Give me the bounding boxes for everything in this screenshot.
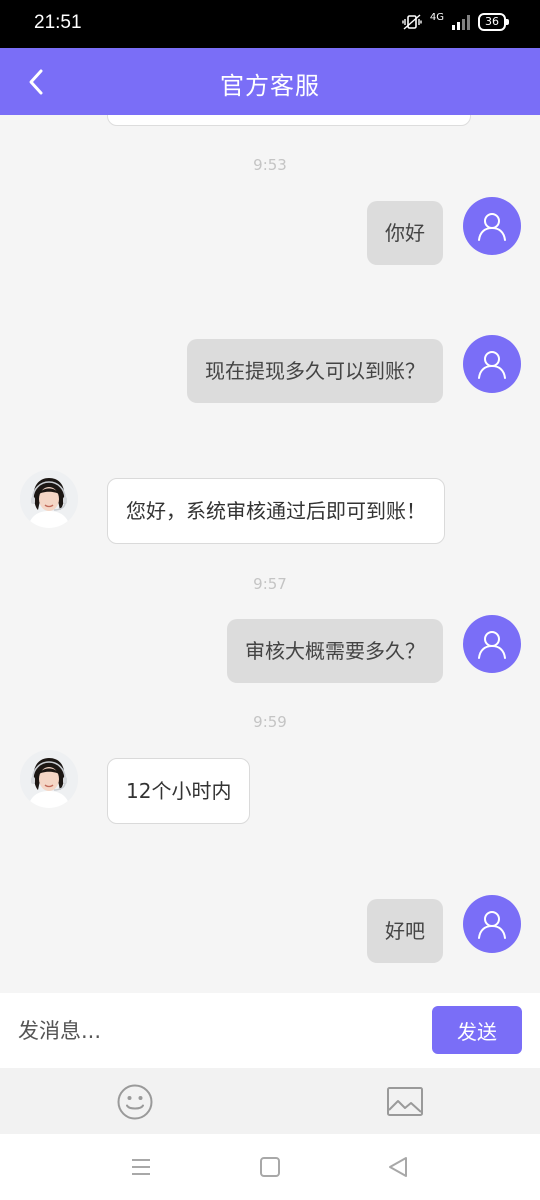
back-nav-button[interactable] bbox=[385, 1154, 411, 1180]
agent-avatar[interactable] bbox=[20, 750, 78, 808]
emoji-icon bbox=[117, 1084, 153, 1120]
input-toolbar bbox=[0, 1068, 540, 1134]
user-icon bbox=[478, 351, 506, 379]
emoji-button[interactable] bbox=[116, 1083, 154, 1121]
send-button[interactable]: 发送 bbox=[432, 1006, 522, 1054]
home-nav-button[interactable] bbox=[257, 1154, 283, 1180]
message-timestamp: 9:59 bbox=[253, 713, 287, 731]
user-icon bbox=[478, 631, 506, 659]
menu-icon bbox=[132, 1159, 150, 1175]
image-icon bbox=[387, 1087, 423, 1116]
battery-icon: 36 bbox=[478, 13, 509, 31]
user-icon bbox=[478, 911, 506, 939]
message-input[interactable] bbox=[18, 1009, 418, 1053]
user-avatar[interactable] bbox=[463, 335, 521, 393]
user-avatar[interactable] bbox=[463, 197, 521, 255]
back-triangle-icon bbox=[389, 1157, 407, 1177]
message-input-bar: 发送 bbox=[0, 993, 540, 1068]
user-avatar[interactable] bbox=[463, 895, 521, 953]
user-message-bubble[interactable]: 现在提现多久可以到账？ bbox=[187, 339, 443, 403]
status-bar: 21:51 4G 36 bbox=[0, 0, 540, 48]
previous-message-bubble bbox=[107, 115, 471, 126]
user-icon bbox=[478, 213, 506, 241]
message-timestamp: 9:53 bbox=[253, 156, 287, 174]
agent-message-bubble[interactable]: 您好，系统审核通过后即可到账！ bbox=[107, 478, 445, 544]
user-message-bubble[interactable]: 好吧 bbox=[367, 899, 443, 963]
signal-icon bbox=[452, 14, 470, 30]
user-avatar[interactable] bbox=[463, 615, 521, 673]
user-message-bubble[interactable]: 审核大概需要多久？ bbox=[227, 619, 443, 683]
page-title: 官方客服 bbox=[220, 72, 320, 100]
support-agent-icon bbox=[20, 470, 78, 528]
support-agent-icon bbox=[20, 750, 78, 808]
message-timestamp: 9:57 bbox=[253, 575, 287, 593]
home-square-icon bbox=[260, 1157, 280, 1177]
menu-nav-button[interactable] bbox=[128, 1154, 154, 1180]
status-icons: 4G 36 bbox=[402, 12, 509, 31]
user-message-bubble[interactable]: 你好 bbox=[367, 201, 443, 265]
image-button[interactable] bbox=[386, 1085, 424, 1119]
agent-avatar[interactable] bbox=[20, 470, 78, 528]
chat-messages[interactable]: 9:53 你好 现在提现多久可以到账？ 您好，系统审核通过后即可到账！ 9:57… bbox=[0, 115, 540, 993]
agent-message-bubble[interactable]: 12个小时内 bbox=[107, 758, 251, 824]
network-type: 4G bbox=[429, 12, 444, 23]
system-navigation-bar bbox=[0, 1134, 540, 1200]
vibrate-icon bbox=[402, 14, 422, 30]
header: 官方客服 bbox=[0, 48, 540, 115]
status-time: 21:51 bbox=[34, 12, 82, 33]
